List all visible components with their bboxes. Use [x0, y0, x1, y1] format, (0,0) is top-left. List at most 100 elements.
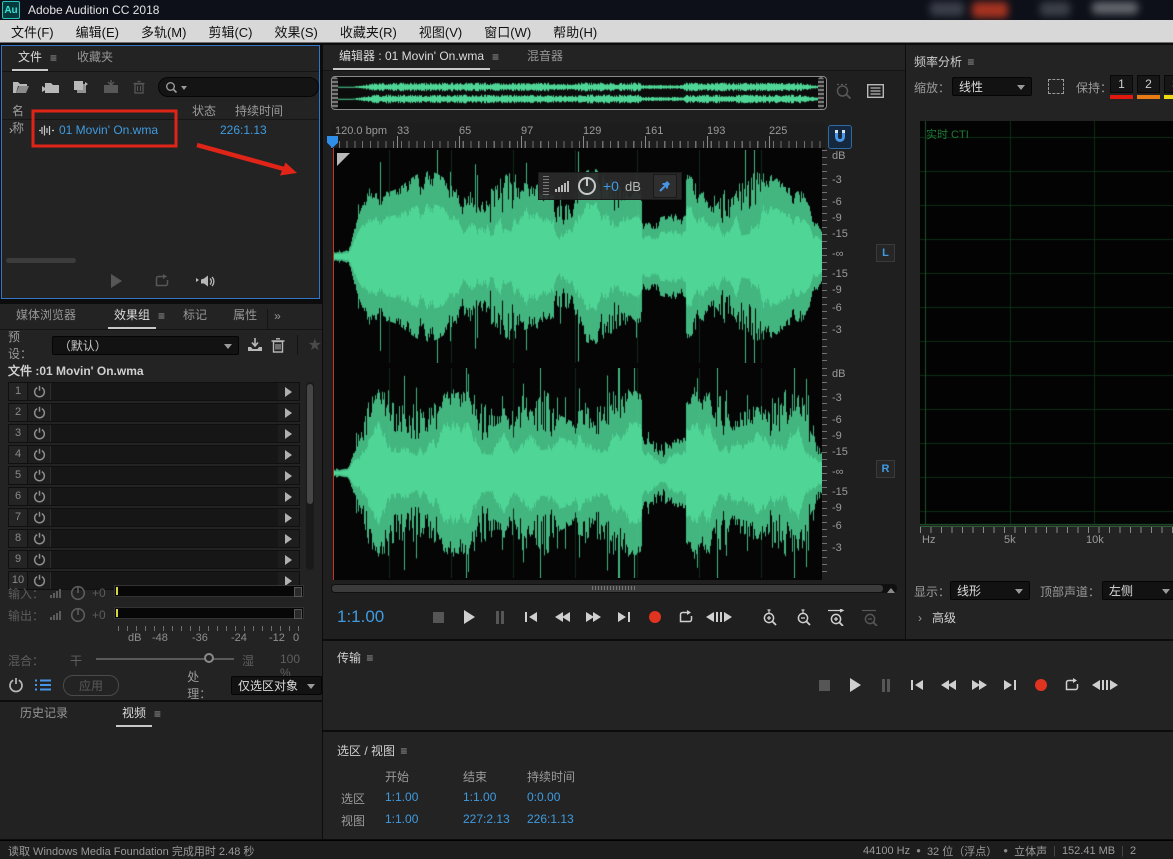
panel-menu-icon[interactable]: ≡ — [364, 651, 377, 671]
stop-button[interactable] — [427, 607, 449, 627]
slot-power-icon[interactable] — [28, 509, 51, 526]
menu-item[interactable]: 收藏夹(R) — [329, 22, 408, 41]
effect-slot[interactable]: 2 — [8, 403, 300, 422]
tab-video[interactable]: 视频 — [116, 704, 152, 727]
effect-slot[interactable]: 4 — [8, 445, 300, 464]
slot-body[interactable] — [51, 404, 278, 421]
slot-power-icon[interactable] — [28, 383, 51, 400]
skip-to-end-button[interactable] — [999, 675, 1021, 695]
scrollbar-arrow-icon[interactable] — [887, 584, 895, 593]
hud-drag-handle[interactable] — [543, 176, 549, 196]
files-hscrollbar[interactable] — [6, 258, 76, 263]
waveform-right-channel[interactable] — [333, 368, 822, 578]
effect-slot[interactable]: 1 — [8, 382, 300, 401]
advanced-section-toggle[interactable]: › 高级 — [918, 609, 956, 626]
rack-power-icon[interactable] — [8, 677, 24, 693]
waveform-display[interactable]: +0 dB — [333, 148, 822, 580]
auto-play-speaker-icon[interactable] — [196, 274, 216, 289]
hud-pin-button[interactable] — [653, 174, 677, 198]
pause-button[interactable] — [489, 607, 511, 627]
timeline-ruler[interactable]: 120.0 bpm 336597129161193225 — [331, 123, 825, 149]
effect-slot[interactable]: 9 — [8, 550, 300, 569]
import-file-icon[interactable] — [42, 80, 60, 94]
play-button[interactable] — [844, 675, 866, 695]
zoom-in-button[interactable] — [758, 607, 780, 627]
row-end-value[interactable]: 1:1.00 — [463, 790, 496, 804]
preset-dropdown[interactable]: （默认） — [52, 336, 239, 355]
skip-selection-button[interactable] — [1092, 675, 1118, 695]
hud-knob-icon[interactable] — [577, 176, 597, 196]
open-file-icon[interactable] — [12, 80, 30, 94]
tab-overflow[interactable]: » — [267, 309, 287, 329]
right-channel-badge[interactable]: R — [876, 460, 895, 478]
tab-mixer[interactable]: 混音器 — [521, 47, 569, 70]
effects-vscrollbar[interactable] — [306, 382, 314, 570]
record-button[interactable] — [644, 607, 666, 627]
menu-item[interactable]: 视图(V) — [408, 22, 473, 41]
panel-menu-icon[interactable]: ≡ — [48, 51, 61, 71]
input-knob-icon[interactable] — [70, 585, 86, 601]
snap-magnet-icon[interactable] — [828, 125, 852, 149]
loop-playback-button[interactable] — [1061, 675, 1083, 695]
fast-forward-button[interactable] — [968, 675, 990, 695]
menu-item[interactable]: 窗口(W) — [473, 22, 542, 41]
row-start-value[interactable]: 1:1.00 — [385, 812, 418, 826]
row-start-value[interactable]: 1:1.00 — [385, 790, 418, 804]
tab-history[interactable]: 历史记录 — [14, 704, 74, 727]
fast-forward-button[interactable] — [582, 607, 604, 627]
hold-button[interactable]: 2 — [1137, 75, 1160, 99]
panel-menu-icon[interactable]: ≡ — [156, 309, 169, 329]
rack-list-toggle-icon[interactable] — [34, 678, 53, 692]
skip-to-start-button[interactable] — [520, 607, 542, 627]
skip-selection-button[interactable] — [706, 607, 732, 627]
slot-power-icon[interactable] — [28, 446, 51, 463]
slot-power-icon[interactable] — [28, 551, 51, 568]
tab-editor[interactable]: 编辑器 : 01 Movin' On.wma — [333, 47, 490, 70]
slot-expand-arrow-icon[interactable] — [285, 450, 292, 460]
editor-hscrollbar[interactable] — [331, 584, 897, 593]
slot-body[interactable] — [51, 530, 278, 547]
zoom-full-button[interactable] — [860, 607, 882, 627]
slot-body[interactable] — [51, 488, 278, 505]
effect-slot[interactable]: 3 — [8, 424, 300, 443]
left-channel-badge[interactable]: L — [876, 244, 895, 262]
slot-power-icon[interactable] — [28, 467, 51, 484]
slot-body[interactable] — [51, 383, 278, 400]
slot-expand-arrow-icon[interactable] — [285, 492, 292, 502]
panel-menu-icon[interactable]: ≡ — [152, 707, 165, 727]
mix-slider-handle[interactable] — [204, 653, 214, 663]
frequency-plot[interactable]: 实时 CTI — [920, 121, 1173, 525]
search-input[interactable] — [158, 77, 319, 97]
skip-to-end-button[interactable] — [613, 607, 635, 627]
effect-slot[interactable]: 8 — [8, 529, 300, 548]
hold-button[interactable]: 1 — [1110, 75, 1133, 99]
slot-expand-arrow-icon[interactable] — [285, 387, 292, 397]
hud-gain-value[interactable]: +0 — [603, 178, 619, 194]
effect-slot[interactable]: 7 — [8, 508, 300, 527]
insert-multitrack-icon[interactable] — [102, 80, 120, 94]
delete-preset-icon[interactable] — [271, 338, 285, 353]
apply-button[interactable]: 应用 — [63, 675, 119, 696]
loop-preview-icon[interactable] — [154, 274, 170, 288]
skip-to-start-button[interactable] — [906, 675, 928, 695]
tab-files[interactable]: 文件 — [12, 48, 48, 71]
tab-properties[interactable]: 属性 — [227, 306, 263, 329]
slot-expand-arrow-icon[interactable] — [285, 471, 292, 481]
top-channel-dropdown[interactable]: 左侧 — [1102, 581, 1173, 600]
play-button[interactable] — [458, 607, 480, 627]
pause-button[interactable] — [875, 675, 897, 695]
zoom-to-selection-button[interactable] — [826, 607, 848, 627]
tab-media-browser[interactable]: 媒体浏览器 — [10, 306, 82, 329]
process-dropdown[interactable]: 仅选区对象 — [231, 676, 322, 695]
row-duration-value[interactable]: 0:0.00 — [527, 790, 560, 804]
record-button[interactable] — [1030, 675, 1052, 695]
menu-item[interactable]: 帮助(H) — [542, 22, 608, 41]
zoom-navigator-icon[interactable] — [835, 83, 853, 100]
output-knob-icon[interactable] — [70, 607, 86, 623]
expand-chevron-icon[interactable]: › — [9, 123, 13, 137]
file-list-item[interactable]: › 01 Movin' On.wma 226:1.13 — [2, 120, 319, 141]
trash-icon[interactable] — [132, 80, 146, 94]
slot-expand-arrow-icon[interactable] — [285, 513, 292, 523]
tab-effects-rack[interactable]: 效果组 — [108, 306, 156, 329]
panel-menu-icon[interactable]: ≡ — [398, 744, 411, 764]
